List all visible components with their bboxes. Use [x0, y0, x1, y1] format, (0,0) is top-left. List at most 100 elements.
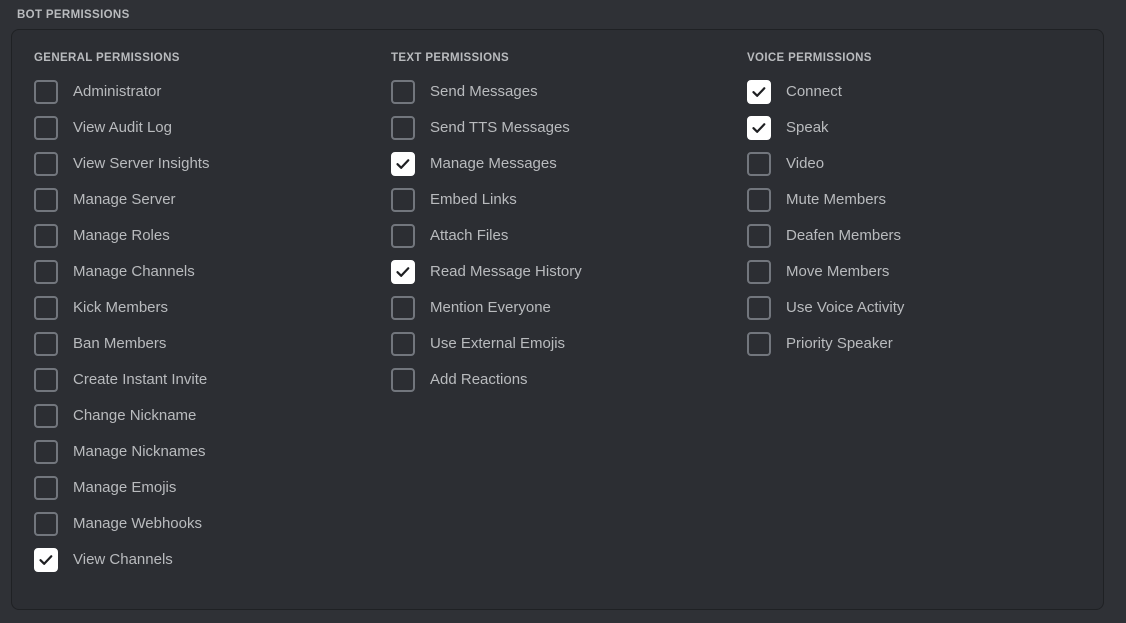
- permission-item-manage-webhooks[interactable]: Manage Webhooks: [34, 512, 374, 536]
- column-title-text: TEXT PERMISSIONS: [391, 52, 510, 64]
- checkbox-unchecked[interactable]: [391, 188, 415, 212]
- bot-permissions-panel: GENERAL PERMISSIONS Administrator View Au…: [11, 29, 1104, 610]
- checkbox-unchecked[interactable]: [34, 368, 58, 392]
- permission-label: Manage Messages: [430, 155, 557, 172]
- permission-item-add-reactions[interactable]: Add Reactions: [391, 368, 731, 392]
- checkbox-unchecked[interactable]: [391, 332, 415, 356]
- permission-item-manage-server[interactable]: Manage Server: [34, 188, 374, 212]
- checkmark-icon: [393, 154, 413, 174]
- checkbox-unchecked[interactable]: [34, 440, 58, 464]
- checkbox-unchecked[interactable]: [747, 152, 771, 176]
- checkbox-unchecked[interactable]: [747, 332, 771, 356]
- permission-label: Embed Links: [430, 191, 517, 208]
- permission-label: Administrator: [73, 83, 162, 100]
- checkbox-unchecked[interactable]: [747, 188, 771, 212]
- permission-label: Mute Members: [786, 191, 887, 208]
- permission-item-video[interactable]: Video: [747, 152, 1087, 176]
- permission-label: Connect: [786, 83, 842, 100]
- permission-label: Send TTS Messages: [430, 119, 570, 136]
- checkbox-unchecked[interactable]: [391, 296, 415, 320]
- checkbox-unchecked[interactable]: [391, 80, 415, 104]
- permission-label: Use External Emojis: [430, 335, 566, 352]
- permission-item-administrator[interactable]: Administrator: [34, 80, 374, 104]
- permission-label: Move Members: [786, 263, 890, 280]
- checkbox-unchecked[interactable]: [34, 116, 58, 140]
- checkbox-unchecked[interactable]: [34, 260, 58, 284]
- permission-item-create-instant-invite[interactable]: Create Instant Invite: [34, 368, 374, 392]
- permission-label: Manage Roles: [73, 227, 170, 244]
- permission-label: Kick Members: [73, 299, 169, 316]
- checkmark-icon: [36, 550, 56, 570]
- checkbox-checked[interactable]: [747, 80, 771, 104]
- permission-item-send-tts-messages[interactable]: Send TTS Messages: [391, 116, 731, 140]
- checkbox-unchecked[interactable]: [747, 260, 771, 284]
- checkbox-unchecked[interactable]: [34, 224, 58, 248]
- permission-label: Add Reactions: [430, 371, 528, 388]
- permission-label: Use Voice Activity: [786, 299, 905, 316]
- permission-list-text: Send Messages Send TTS Messages Manage Mes…: [391, 80, 731, 392]
- permission-item-manage-nicknames[interactable]: Manage Nicknames: [34, 440, 374, 464]
- checkmark-icon: [749, 82, 769, 102]
- permission-item-manage-channels[interactable]: Manage Channels: [34, 260, 374, 284]
- checkbox-checked[interactable]: [391, 152, 415, 176]
- permission-label: Manage Webhooks: [73, 515, 202, 532]
- checkbox-unchecked[interactable]: [34, 512, 58, 536]
- permission-label: View Server Insights: [73, 155, 210, 172]
- permission-item-priority-speaker[interactable]: Priority Speaker: [747, 332, 1087, 356]
- permission-item-use-external-emojis[interactable]: Use External Emojis: [391, 332, 731, 356]
- checkbox-unchecked[interactable]: [391, 368, 415, 392]
- permission-item-view-channels[interactable]: View Channels: [34, 548, 374, 572]
- permission-label: Attach Files: [430, 227, 509, 244]
- permission-item-use-voice-activity[interactable]: Use Voice Activity: [747, 296, 1087, 320]
- checkmark-icon: [393, 262, 413, 282]
- permission-item-kick-members[interactable]: Kick Members: [34, 296, 374, 320]
- permission-item-mute-members[interactable]: Mute Members: [747, 188, 1087, 212]
- column-title-voice: VOICE PERMISSIONS: [747, 52, 872, 64]
- permission-label: View Audit Log: [73, 119, 172, 136]
- permission-label: View Channels: [73, 551, 173, 568]
- permission-column-text: TEXT PERMISSIONS Send Messages Send TTS M…: [391, 51, 731, 404]
- permission-item-view-audit-log[interactable]: View Audit Log: [34, 116, 374, 140]
- checkbox-checked[interactable]: [34, 548, 58, 572]
- checkbox-unchecked[interactable]: [34, 296, 58, 320]
- permission-label: Ban Members: [73, 335, 167, 352]
- permission-item-view-server-insights[interactable]: View Server Insights: [34, 152, 374, 176]
- permission-label: Manage Server: [73, 191, 176, 208]
- checkbox-unchecked[interactable]: [34, 332, 58, 356]
- checkbox-unchecked[interactable]: [34, 188, 58, 212]
- permission-item-connect[interactable]: Connect: [747, 80, 1087, 104]
- permission-label: Deafen Members: [786, 227, 902, 244]
- permission-label: Manage Channels: [73, 263, 195, 280]
- checkbox-unchecked[interactable]: [34, 152, 58, 176]
- permission-item-deafen-members[interactable]: Deafen Members: [747, 224, 1087, 248]
- permission-item-move-members[interactable]: Move Members: [747, 260, 1087, 284]
- permission-item-manage-emojis[interactable]: Manage Emojis: [34, 476, 374, 500]
- checkbox-unchecked[interactable]: [747, 296, 771, 320]
- permission-item-read-message-history[interactable]: Read Message History: [391, 260, 731, 284]
- checkbox-unchecked[interactable]: [391, 116, 415, 140]
- permission-item-ban-members[interactable]: Ban Members: [34, 332, 374, 356]
- permission-item-mention-everyone[interactable]: Mention Everyone: [391, 296, 731, 320]
- permission-item-attach-files[interactable]: Attach Files: [391, 224, 731, 248]
- permission-column-general: GENERAL PERMISSIONS Administrator View Au…: [34, 51, 374, 584]
- permission-list-general: Administrator View Audit Log View Server I…: [34, 80, 374, 572]
- checkbox-checked[interactable]: [391, 260, 415, 284]
- permission-label: Create Instant Invite: [73, 371, 208, 388]
- permission-label: Video: [786, 155, 825, 172]
- checkbox-unchecked[interactable]: [391, 224, 415, 248]
- permission-item-speak[interactable]: Speak: [747, 116, 1087, 140]
- permission-label: Send Messages: [430, 83, 538, 100]
- checkbox-unchecked[interactable]: [34, 404, 58, 428]
- permission-label: Speak: [786, 119, 829, 136]
- checkbox-checked[interactable]: [747, 116, 771, 140]
- checkbox-unchecked[interactable]: [747, 224, 771, 248]
- checkbox-unchecked[interactable]: [34, 476, 58, 500]
- permission-item-manage-messages[interactable]: Manage Messages: [391, 152, 731, 176]
- permission-item-embed-links[interactable]: Embed Links: [391, 188, 731, 212]
- permission-label: Manage Emojis: [73, 479, 177, 496]
- checkbox-unchecked[interactable]: [34, 80, 58, 104]
- permission-item-send-messages[interactable]: Send Messages: [391, 80, 731, 104]
- permission-item-change-nickname[interactable]: Change Nickname: [34, 404, 374, 428]
- permission-item-manage-roles[interactable]: Manage Roles: [34, 224, 374, 248]
- permission-label: Read Message History: [430, 263, 582, 280]
